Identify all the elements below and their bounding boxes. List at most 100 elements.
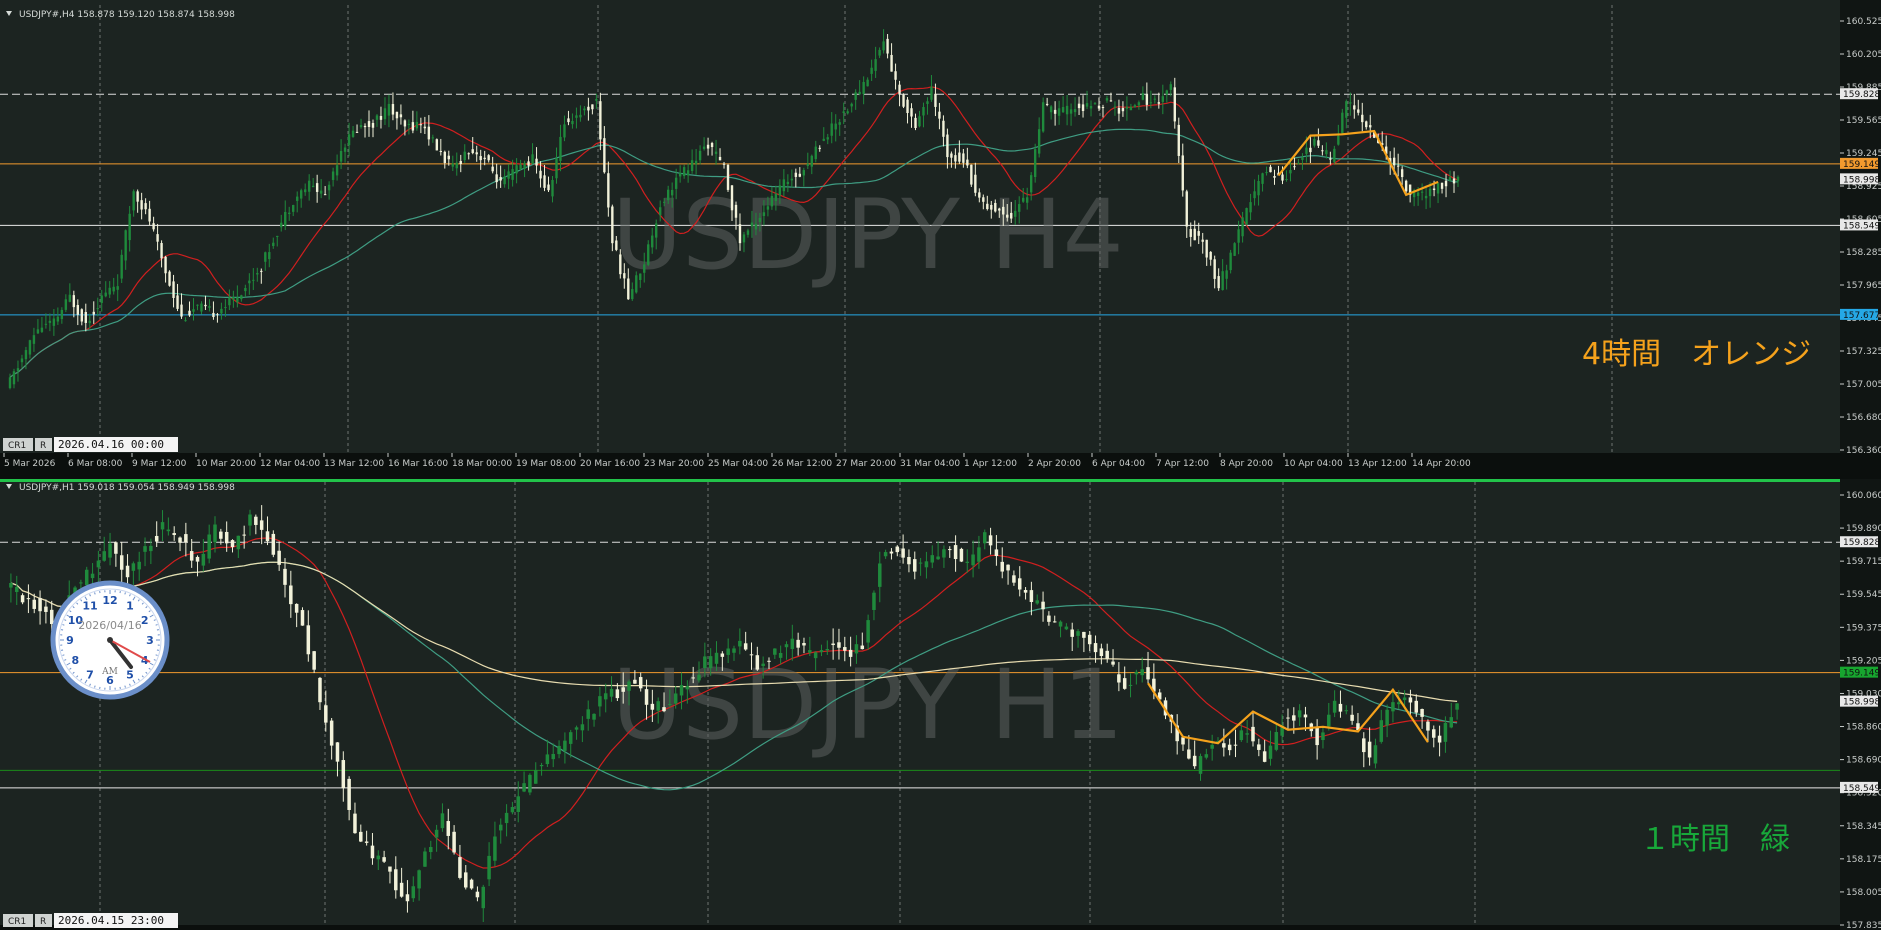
candle-body <box>283 568 287 585</box>
candle-body <box>499 177 502 181</box>
clock-numeral: 11 <box>82 599 97 612</box>
candle-body <box>148 208 151 222</box>
candle-body <box>1109 100 1113 102</box>
candle-body <box>1338 703 1343 712</box>
candle-body <box>936 556 940 560</box>
candle-body <box>942 120 945 137</box>
candle-body <box>375 115 379 120</box>
candle-body <box>108 543 112 558</box>
candle-body <box>1012 575 1016 583</box>
candle-body <box>579 114 582 118</box>
candle-body <box>1153 98 1157 100</box>
candle-body <box>934 93 937 107</box>
candle-body <box>1077 103 1081 109</box>
h4-r-label: R <box>40 441 46 451</box>
candle-body <box>315 183 319 192</box>
candle-body <box>318 677 322 703</box>
clock-tick <box>94 592 96 595</box>
candle-body <box>1397 702 1401 705</box>
candle-body <box>1192 755 1197 767</box>
candle-body <box>1023 590 1028 593</box>
candle-body <box>220 308 223 314</box>
candle-body <box>555 158 558 179</box>
candle-body <box>1006 214 1009 218</box>
candle-body <box>1341 112 1344 134</box>
candle-body <box>495 174 498 183</box>
price-tick-label: 159.565 <box>1846 116 1881 126</box>
candle-body <box>603 138 606 173</box>
candle-body <box>48 320 52 323</box>
candle-body <box>615 240 618 250</box>
candle-body <box>1125 106 1129 109</box>
candle-body <box>419 124 423 126</box>
candle-body <box>930 86 933 100</box>
candle-body <box>503 176 506 185</box>
candle-body <box>958 152 961 162</box>
candle-body <box>946 134 949 158</box>
candle-body <box>405 894 410 902</box>
candle-body <box>770 195 774 207</box>
candle-body <box>510 806 515 813</box>
price-tick-label: 157.965 <box>1846 281 1881 291</box>
price-tick-label: 159.890 <box>1846 524 1881 534</box>
trading-chart[interactable]: USDJPY H4 USDJPY#,H4 158.878 159.120 158… <box>0 0 1881 930</box>
candle-body <box>116 286 119 290</box>
h1-timestamp: 2026.04.15 23:00 <box>58 914 164 927</box>
h1-panel[interactable]: USDJPY H1 USDJPY#,H1 159.018 159.054 158… <box>0 479 1881 930</box>
candle-body <box>178 537 182 543</box>
candle-body <box>446 821 451 836</box>
price-tick-label: 160.205 <box>1846 50 1881 60</box>
candle-body <box>230 540 235 548</box>
candle-body <box>1262 751 1267 762</box>
candle-body <box>971 554 975 566</box>
candle-body <box>1315 726 1319 746</box>
candle-body <box>1065 105 1069 115</box>
candle-body <box>417 870 421 889</box>
candle-body <box>1145 94 1149 105</box>
candle-body <box>802 170 806 176</box>
candle-body <box>1239 730 1244 741</box>
h1-top-highlight <box>0 479 1840 482</box>
candle-body <box>1281 174 1284 181</box>
candle-body <box>609 688 614 697</box>
candle-body <box>643 264 646 273</box>
candle-body <box>1379 720 1384 742</box>
candle-body <box>284 211 287 227</box>
candle-body <box>774 193 778 201</box>
candle-body <box>551 179 554 197</box>
candle-body <box>324 705 328 723</box>
candle-body <box>1424 195 1428 199</box>
candle-body <box>1365 121 1368 128</box>
candle-body <box>1033 149 1037 178</box>
h4-panel[interactable]: USDJPY H4 USDJPY#,H4 158.878 159.120 158… <box>0 0 1881 473</box>
candle-body <box>1391 702 1395 712</box>
candle-body <box>690 160 694 171</box>
candle-body <box>1414 700 1419 713</box>
candle-body <box>1149 102 1153 104</box>
candle-body <box>38 597 42 612</box>
candle-body <box>84 569 89 586</box>
candle-body <box>395 111 399 119</box>
candle-body <box>200 303 203 312</box>
candle-body <box>1035 600 1039 604</box>
candle-body <box>607 173 610 208</box>
candle-body <box>248 514 252 526</box>
candle-body <box>189 551 194 561</box>
candle-body <box>686 170 690 176</box>
candle-body <box>1169 84 1172 90</box>
analog-clock[interactable]: 1234567891011 12 2026/04/16 AM <box>50 580 170 700</box>
clock-tick <box>62 654 65 656</box>
candle-body <box>364 841 369 843</box>
candle-body <box>120 254 123 279</box>
candle-body <box>459 161 462 164</box>
candle-body <box>557 745 561 755</box>
candle-body <box>810 155 813 167</box>
candle-body <box>1408 697 1413 703</box>
candle-body <box>650 703 655 710</box>
candle-body <box>254 516 258 525</box>
candle-body <box>591 104 594 110</box>
candle-body <box>924 561 929 568</box>
candle-body <box>240 295 243 300</box>
candle-body <box>595 98 598 101</box>
candle-body <box>64 299 68 310</box>
